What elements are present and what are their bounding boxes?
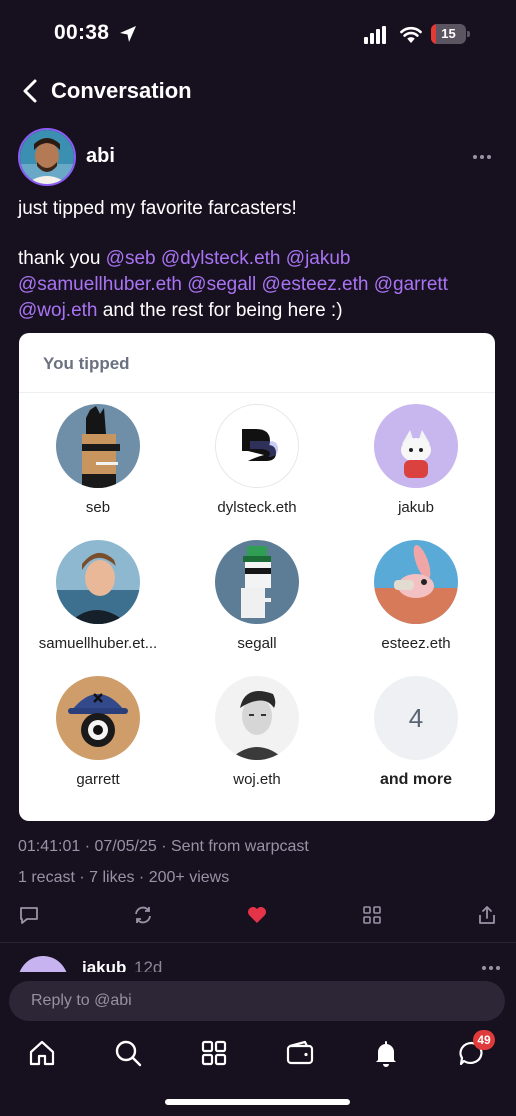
messages-badge: 49 bbox=[473, 1030, 495, 1050]
tip-recipient[interactable]: esteez.eth bbox=[337, 540, 495, 670]
author-name[interactable]: abi bbox=[86, 145, 115, 168]
reply-input[interactable] bbox=[9, 981, 505, 1021]
nav-header: Conversation bbox=[0, 64, 516, 118]
recast-icon[interactable] bbox=[132, 904, 154, 926]
post-actions bbox=[0, 904, 516, 928]
mention-link[interactable]: @woj.eth bbox=[18, 300, 98, 321]
tip-recipient[interactable]: segall bbox=[178, 540, 336, 670]
share-icon[interactable] bbox=[476, 904, 498, 926]
tip-recipient[interactable]: dylsteck.eth bbox=[178, 404, 336, 534]
tip-card-title: You tipped bbox=[43, 354, 130, 373]
page-title: Conversation bbox=[51, 78, 192, 103]
mention-link[interactable]: @segall bbox=[187, 274, 256, 295]
recipient-avatar bbox=[374, 404, 458, 488]
post-body: just tipped my favorite farcasters! than… bbox=[18, 196, 502, 324]
tip-recipient[interactable]: woj.eth bbox=[178, 676, 336, 806]
battery-level: 15 bbox=[441, 26, 456, 41]
mention-link[interactable]: @samuellhuber.eth bbox=[18, 274, 182, 295]
post-text-thanks: thank you @seb @dylsteck.eth @jakub @sam… bbox=[18, 246, 502, 324]
recipient-avatar bbox=[56, 404, 140, 488]
more-count: 4 bbox=[408, 702, 424, 733]
search-icon[interactable] bbox=[113, 1038, 143, 1068]
more-label: and more bbox=[379, 771, 452, 788]
recipient-name: seb bbox=[85, 499, 111, 516]
recipient-name: dylsteck.eth bbox=[217, 499, 297, 516]
post-stats[interactable]: 1 recast · 7 likes · 200+ views bbox=[18, 869, 229, 887]
more-count-circle: 4 bbox=[374, 676, 458, 760]
location-arrow-icon bbox=[120, 26, 136, 42]
home-indicator[interactable] bbox=[165, 1099, 350, 1105]
recipient-avatar bbox=[56, 540, 140, 624]
battery-icon: 15 bbox=[431, 24, 471, 44]
reply-time: 12d bbox=[134, 958, 163, 972]
recipient-name: segall bbox=[237, 635, 277, 652]
notifications-icon[interactable] bbox=[371, 1038, 401, 1068]
mention-link[interactable]: @seb bbox=[106, 248, 156, 269]
tip-recipient[interactable]: seb bbox=[19, 404, 177, 534]
post-text-suffix: and the rest for being here :) bbox=[97, 300, 343, 321]
author-avatar[interactable] bbox=[18, 128, 76, 186]
reply-item[interactable]: jakub 12d bbox=[0, 950, 516, 972]
recipient-avatar bbox=[56, 676, 140, 760]
reply-author[interactable]: jakub bbox=[82, 958, 126, 972]
tip-recipient[interactable]: samuellhuber.et... bbox=[19, 540, 177, 670]
recipient-avatar bbox=[215, 676, 299, 760]
more-recipients[interactable]: 4 and more bbox=[337, 676, 495, 806]
status-time: 00:38 bbox=[54, 21, 110, 44]
recipient-name: woj.eth bbox=[233, 771, 281, 788]
recipient-name: samuellhuber.et... bbox=[38, 635, 158, 652]
recipient-name: jakub bbox=[398, 499, 434, 516]
grid-icon[interactable] bbox=[361, 904, 383, 926]
more-horizontal-icon[interactable] bbox=[470, 148, 494, 166]
recipient-name: esteez.eth bbox=[381, 635, 451, 652]
post-text-line: just tipped my favorite farcasters! bbox=[18, 198, 297, 219]
signal-icon bbox=[364, 26, 386, 44]
chevron-left-icon[interactable] bbox=[18, 78, 44, 104]
mention-link[interactable]: @esteez.eth bbox=[262, 274, 369, 295]
recipient-avatar bbox=[215, 540, 299, 624]
reply-icon[interactable] bbox=[18, 904, 40, 926]
divider bbox=[19, 392, 495, 393]
like-icon[interactable] bbox=[246, 904, 268, 926]
more-horizontal-icon[interactable] bbox=[481, 964, 501, 972]
conversation-screen: 00:38 15 Conversation abi just tipped my… bbox=[0, 0, 516, 1116]
reply-avatar[interactable] bbox=[18, 956, 68, 972]
wallet-icon[interactable] bbox=[285, 1038, 315, 1068]
mention-link[interactable]: @jakub bbox=[286, 248, 351, 269]
mention-link[interactable]: @dylsteck.eth bbox=[161, 248, 281, 269]
post-text-prefix: thank you bbox=[18, 248, 106, 269]
status-bar: 00:38 15 bbox=[0, 0, 516, 64]
divider bbox=[0, 942, 516, 943]
wifi-icon bbox=[400, 26, 422, 43]
mention-link[interactable]: @garrett bbox=[374, 274, 448, 295]
tip-card[interactable]: You tipped seb dylsteck.eth jakub samuel… bbox=[19, 333, 495, 821]
apps-icon[interactable] bbox=[199, 1038, 229, 1068]
recipient-avatar bbox=[215, 404, 299, 488]
recipient-name: garrett bbox=[76, 771, 120, 788]
tip-recipient[interactable]: garrett bbox=[19, 676, 177, 806]
post-timestamp: 01:41:01 · 07/05/25 · Sent from warpcast bbox=[18, 838, 309, 855]
home-icon[interactable] bbox=[27, 1038, 57, 1068]
recipient-avatar bbox=[374, 540, 458, 624]
tip-recipient[interactable]: jakub bbox=[337, 404, 495, 534]
tab-bar bbox=[0, 1030, 516, 1076]
